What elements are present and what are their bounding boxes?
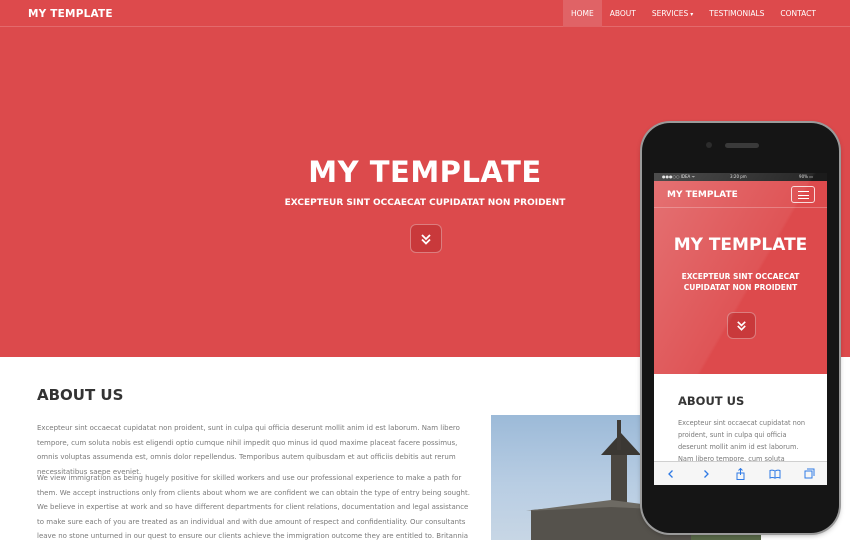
back-icon[interactable]	[663, 466, 679, 482]
nav-about[interactable]: ABOUT	[602, 0, 644, 27]
nav-testimonials[interactable]: TESTIMONIALS	[701, 0, 772, 27]
tabs-icon[interactable]	[802, 466, 818, 482]
hamburger-line	[798, 194, 809, 196]
forward-icon[interactable]	[698, 466, 714, 482]
phone-battery: 90% ▭	[799, 174, 813, 179]
phone-time: 3:20 pm	[730, 174, 747, 179]
phone-carrier: ●●●○○ IDEA ᯤ	[662, 174, 696, 179]
nav-home[interactable]: HOME	[562, 0, 602, 27]
nav-contact[interactable]: CONTACT	[772, 0, 824, 27]
mobile-hero: MY TEMPLATE EXCEPTEUR SINT OCCAECAT CUPI…	[654, 208, 827, 374]
mobile-browser-toolbar	[654, 461, 827, 485]
caret-down-icon: ▾	[690, 11, 694, 18]
nav-services-label: SERVICES	[651, 9, 689, 18]
top-navbar: MY TEMPLATE HOME ABOUT SERVICES ▾ TESTIMO…	[0, 0, 850, 27]
phone-speaker	[725, 143, 759, 148]
mobile-hero-subtitle: EXCEPTEUR SINT OCCAECAT CUPIDATAT NON PR…	[681, 272, 800, 292]
phone-mockup: ●●●○○ IDEA ᯤ 3:20 pm 90% ▭ MY TEMPLATE M…	[642, 123, 839, 533]
brand-logo[interactable]: MY TEMPLATE	[28, 8, 113, 20]
chevrons-down-icon	[421, 233, 431, 245]
scroll-down-button[interactable]	[410, 224, 442, 253]
about-title: ABOUT US	[37, 386, 124, 404]
phone-screen: ●●●○○ IDEA ᯤ 3:20 pm 90% ▭ MY TEMPLATE M…	[654, 173, 827, 485]
bookmarks-icon[interactable]	[767, 466, 783, 482]
hamburger-line	[798, 198, 809, 199]
mobile-about-title: ABOUT US	[678, 394, 745, 408]
mobile-navbar: MY TEMPLATE	[654, 181, 827, 208]
page: MY TEMPLATE HOME ABOUT SERVICES ▾ TESTIMO…	[0, 0, 850, 540]
mobile-about-text: Excepteur sint occaecat cupidatat non pr…	[678, 419, 806, 461]
mobile-scroll-down-button[interactable]	[727, 312, 756, 339]
hamburger-menu-button[interactable]	[791, 186, 815, 203]
about-paragraph-2: We view immigration as being hugely posi…	[37, 474, 470, 540]
main-nav: HOME ABOUT SERVICES ▾ TESTIMONIALS CONTAC…	[562, 0, 824, 27]
hamburger-line	[798, 191, 809, 192]
mobile-hero-title: MY TEMPLATE	[673, 235, 808, 255]
phone-status-bar: ●●●○○ IDEA ᯤ 3:20 pm 90% ▭	[654, 173, 827, 181]
share-icon[interactable]	[732, 466, 748, 482]
mobile-brand[interactable]: MY TEMPLATE	[667, 190, 738, 200]
chevrons-down-icon	[737, 321, 746, 331]
phone-camera	[706, 142, 712, 148]
nav-services[interactable]: SERVICES ▾	[644, 0, 701, 27]
